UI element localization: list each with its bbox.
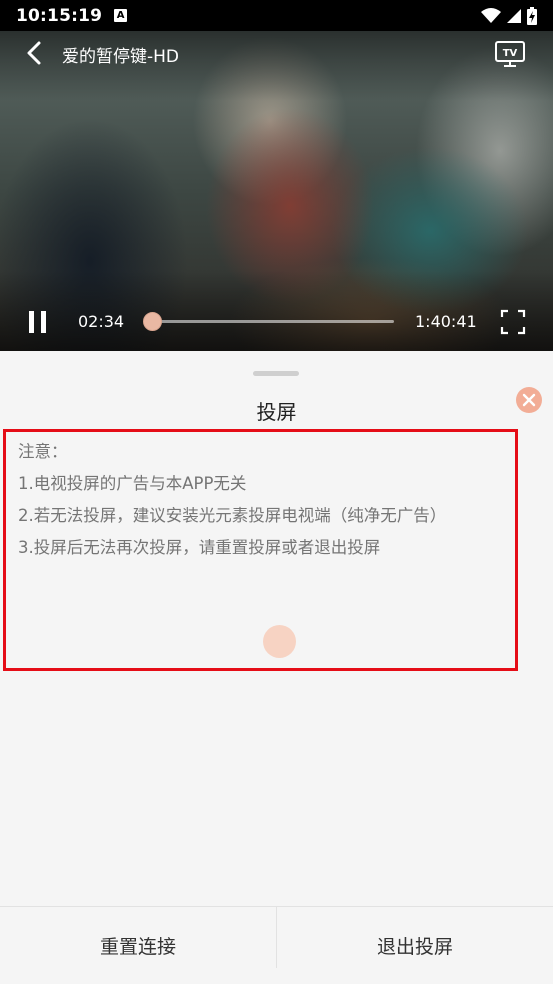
drag-handle[interactable] <box>253 371 299 376</box>
status-time: 10:15:19 <box>16 5 103 26</box>
notice-heading: 注意： <box>18 442 68 461</box>
back-button[interactable] <box>22 39 48 67</box>
video-bottom-gradient <box>0 271 553 351</box>
notice-box: 注意： 1.电视投屏的广告与本APP无关 2.若无法投屏，建议安装光元素投屏电视… <box>3 429 518 671</box>
svg-text:TV: TV <box>503 48 518 59</box>
video-player[interactable]: 爱的暂停键-HD TV 02:34 1:40:41 <box>0 31 553 351</box>
tv-cast-icon: TV <box>495 41 525 67</box>
fullscreen-button[interactable] <box>500 309 526 335</box>
cast-sheet: 投屏 注意： 1.电视投屏的广告与本APP无关 2.若无法投屏，建议安装光元素投… <box>0 353 553 984</box>
wifi-icon <box>481 7 501 23</box>
close-button[interactable] <box>516 387 542 413</box>
video-title: 爱的暂停键-HD <box>62 47 180 67</box>
status-icons <box>481 6 537 25</box>
pause-icon <box>29 311 46 333</box>
cell-signal-icon <box>507 8 521 23</box>
notification-a-icon: A <box>114 9 128 22</box>
notice-item: 1.电视投屏的广告与本APP无关 <box>18 474 247 493</box>
pause-button[interactable] <box>26 309 50 335</box>
status-bar: 10:15:19 A <box>0 0 553 31</box>
reset-connection-button[interactable]: 重置连接 <box>0 907 276 984</box>
close-icon <box>522 393 536 407</box>
duration: 1:40:41 <box>415 312 477 331</box>
progress-bar[interactable] <box>146 320 394 323</box>
current-time: 02:34 <box>78 312 125 331</box>
loading-indicator <box>263 625 296 658</box>
back-icon <box>27 41 41 65</box>
sheet-footer: 重置连接 退出投屏 <box>0 906 553 984</box>
tv-cast-button[interactable]: TV <box>494 39 526 69</box>
battery-charging-icon <box>527 6 537 25</box>
notice-item: 2.若无法投屏，建议安装光元素投屏电视端（纯净无广告） <box>18 506 447 525</box>
exit-cast-button[interactable]: 退出投屏 <box>277 907 553 984</box>
app-root: 10:15:19 A 爱的暂停键-HD TV 02:34 1:40:41 投屏 … <box>0 0 553 984</box>
sheet-title: 投屏 <box>256 400 297 424</box>
fullscreen-icon <box>500 309 526 335</box>
notice-item: 3.投屏后无法再次投屏，请重置投屏或者退出投屏 <box>18 538 381 557</box>
